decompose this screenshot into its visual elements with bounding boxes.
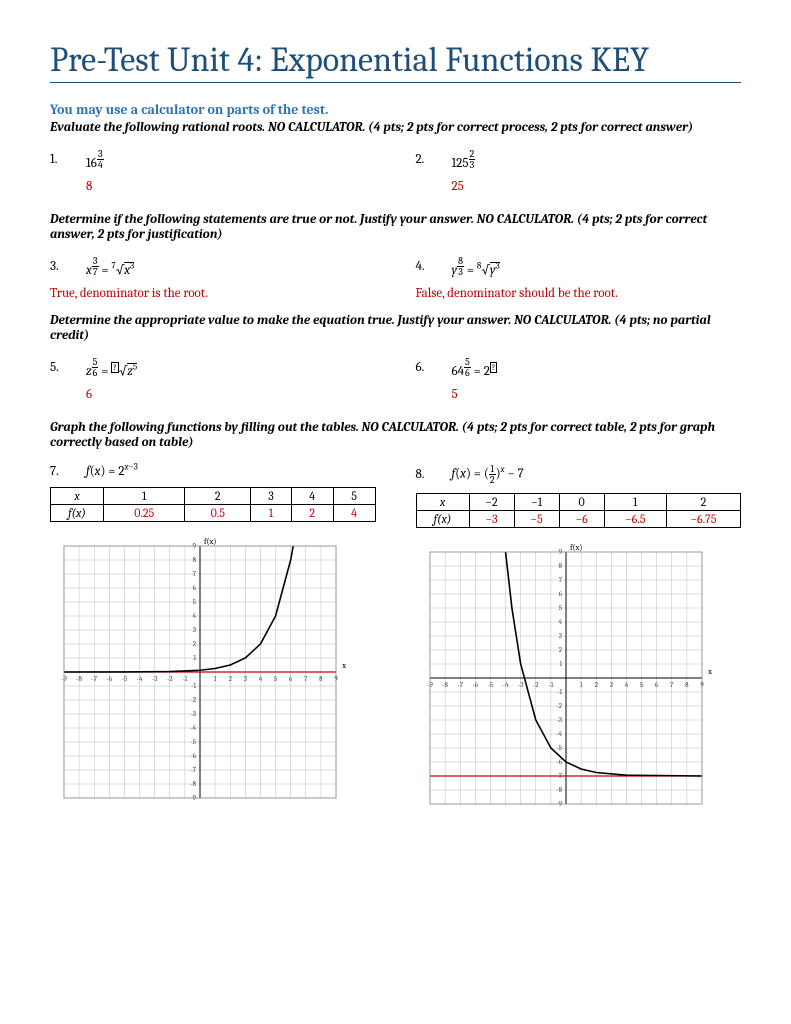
svg-text:-5: -5 (556, 744, 562, 752)
svg-text:2: 2 (594, 681, 598, 689)
svg-text:1: 1 (214, 675, 217, 683)
svg-text:1: 1 (579, 681, 582, 689)
question-7: 7. f(x) = 2x−3 (50, 464, 376, 479)
svg-text:-4: -4 (502, 681, 508, 689)
page-title: Pre-Test Unit 4: Exponential Functions K… (50, 40, 741, 83)
question-6: 6. 6456 = 2? (416, 357, 742, 379)
graph-8: -9-8-7-6-5-4-3-2-1123456789-9-8-7-6-5-4-… (416, 538, 716, 818)
instructions-2: Determine if the following statements ar… (50, 212, 741, 242)
svg-text:-1: -1 (548, 681, 553, 689)
svg-text:-5: -5 (122, 675, 128, 683)
svg-text:-1: -1 (191, 682, 196, 690)
svg-text:-6: -6 (107, 675, 113, 683)
svg-text:3: 3 (609, 681, 612, 689)
subheading: You may use a calculator on parts of the… (50, 101, 741, 118)
svg-text:5: 5 (639, 681, 643, 689)
question-number: 3. (50, 259, 86, 274)
svg-text:-4: -4 (556, 730, 562, 738)
svg-text:-8: -8 (442, 681, 448, 689)
answer-2: 25 (452, 179, 742, 194)
svg-text:-7: -7 (190, 766, 196, 774)
svg-text:-2: -2 (167, 675, 173, 683)
svg-text:-8: -8 (556, 786, 562, 794)
question-number: 4. (416, 259, 452, 274)
svg-text:-6: -6 (472, 681, 478, 689)
question-number: 6. (416, 360, 452, 375)
question-3: 3. x37 = 7√x3 (50, 256, 376, 278)
svg-text:3: 3 (558, 632, 561, 640)
question-5: 5. z56 = ?√z5 (50, 357, 376, 379)
svg-text:-2: -2 (190, 696, 196, 704)
svg-text:f(x): f(x) (570, 543, 582, 552)
question-number: 7. (50, 464, 86, 479)
svg-text:7: 7 (670, 681, 674, 689)
svg-text:-6: -6 (190, 752, 196, 760)
svg-text:3: 3 (244, 675, 247, 683)
question-number: 8. (416, 467, 452, 482)
answer-3: True, denominator is the root. (50, 286, 376, 301)
svg-text:4: 4 (624, 681, 628, 689)
svg-text:-7: -7 (457, 681, 463, 689)
svg-text:7: 7 (304, 675, 308, 683)
expression: y83 = 8√y3 (452, 256, 500, 278)
svg-text:5: 5 (274, 675, 278, 683)
svg-text:-8: -8 (76, 675, 82, 683)
svg-text:-7: -7 (91, 675, 97, 683)
question-8: 8. f(x) = (12)x − 7 (416, 464, 742, 485)
question-1: 1. 1634 (50, 149, 376, 171)
svg-text:-3: -3 (152, 675, 158, 683)
instructions-1: Evaluate the following rational roots. N… (50, 120, 741, 135)
instructions-4: Graph the following functions by filling… (50, 420, 741, 450)
function-7: f(x) = 2x−3 (86, 464, 138, 479)
svg-text:x: x (707, 667, 712, 676)
svg-text:4: 4 (558, 618, 562, 626)
svg-text:6: 6 (289, 675, 293, 683)
svg-text:8: 8 (193, 556, 197, 564)
svg-text:-5: -5 (487, 681, 493, 689)
svg-text:8: 8 (558, 562, 562, 570)
function-8: f(x) = (12)x − 7 (452, 464, 524, 485)
svg-text:-1: -1 (182, 675, 187, 683)
svg-text:-6: -6 (556, 758, 562, 766)
svg-text:-1: -1 (557, 688, 562, 696)
svg-text:-3: -3 (517, 681, 523, 689)
table-7: x 12345 f(x) 0.250.5124 (50, 487, 376, 522)
question-4: 4. y83 = 8√y3 (416, 256, 742, 278)
svg-text:x: x (341, 661, 346, 670)
svg-text:6: 6 (655, 681, 659, 689)
svg-text:-2: -2 (532, 681, 538, 689)
question-number: 2. (416, 152, 452, 167)
question-number: 5. (50, 360, 86, 375)
expression: z56 = ?√z5 (86, 357, 137, 379)
svg-text:-2: -2 (556, 702, 562, 710)
svg-text:4: 4 (193, 612, 197, 620)
answer-5: 6 (86, 387, 376, 402)
table-8: x −2−1012 f(x) −3−5−6−6.5−6.75 (416, 493, 742, 528)
svg-text:2: 2 (229, 675, 233, 683)
answer-4: False, denominator should be the root. (416, 286, 742, 301)
expression: 6456 = 2? (452, 357, 498, 379)
question-number: 1. (50, 152, 86, 167)
svg-text:-8: -8 (190, 780, 196, 788)
svg-text:3: 3 (193, 626, 196, 634)
svg-text:f(x): f(x) (204, 537, 216, 546)
svg-text:-5: -5 (190, 738, 196, 746)
svg-text:-3: -3 (556, 716, 562, 724)
expression: 12523 (452, 149, 476, 171)
expression: x37 = 7√x3 (86, 256, 134, 278)
svg-text:-3: -3 (190, 710, 196, 718)
svg-text:-4: -4 (190, 724, 196, 732)
answer-6: 5 (452, 387, 742, 402)
expression: 1634 (86, 149, 104, 171)
answer-1: 8 (86, 179, 376, 194)
instructions-3: Determine the appropriate value to make … (50, 313, 741, 343)
svg-text:-4: -4 (137, 675, 143, 683)
svg-text:4: 4 (259, 675, 263, 683)
svg-text:8: 8 (319, 675, 323, 683)
question-2: 2. 12523 (416, 149, 742, 171)
graph-7: -9-8-7-6-5-4-3-2-1123456789-9-8-7-6-5-4-… (50, 532, 350, 812)
svg-text:8: 8 (685, 681, 689, 689)
